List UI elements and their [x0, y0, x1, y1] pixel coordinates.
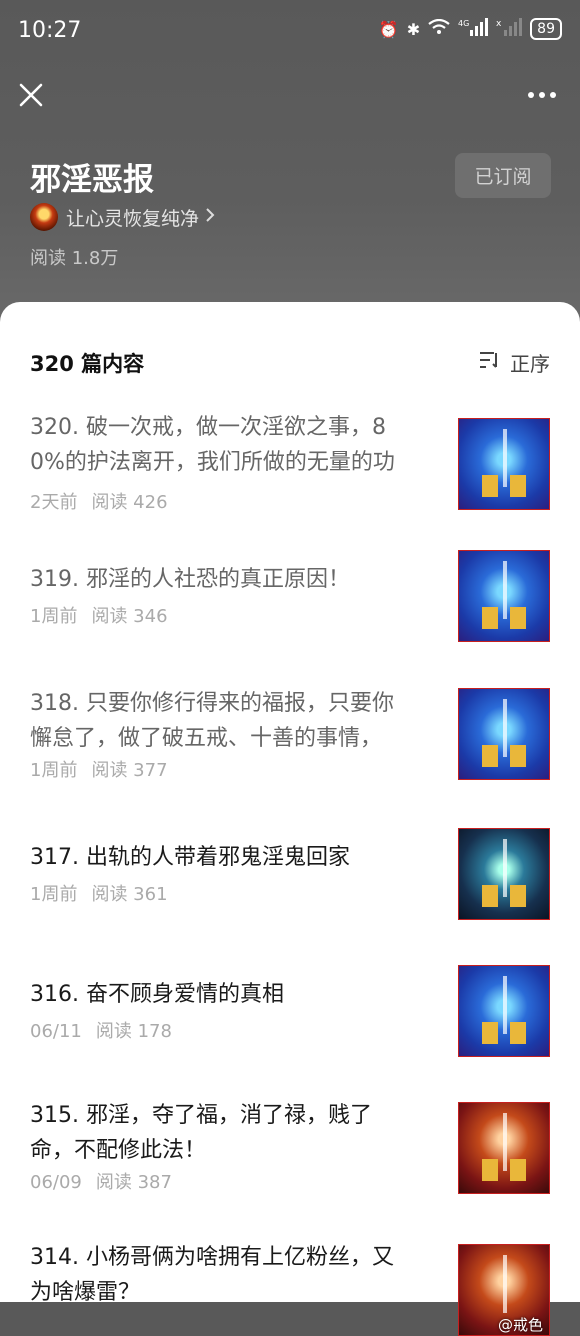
article-thumbnail — [458, 828, 550, 920]
article-thumbnail — [458, 550, 550, 642]
article-meta: 06/11 阅读 178 — [30, 1017, 172, 1043]
chevron-right-icon — [205, 206, 215, 228]
article-title: 319. 邪淫的人社恐的真正原因！ — [30, 567, 350, 592]
article-thumbnail — [458, 1102, 550, 1194]
article-meta: 1周前 阅读 377 — [30, 756, 168, 782]
sort-icon — [478, 350, 500, 375]
article-reads: 阅读 361 — [91, 884, 168, 905]
more-icon[interactable] — [528, 92, 556, 98]
article-thumbnail — [458, 965, 550, 1057]
article-thumbnail — [458, 418, 550, 510]
svg-text:4G: 4G — [458, 19, 469, 28]
wifi-icon — [428, 18, 450, 39]
battery-icon: 89 — [530, 18, 562, 40]
article-reads: 阅读 426 — [91, 492, 168, 513]
article-meta: 06/09 阅读 387 — [30, 1168, 172, 1194]
article-meta: 1周前 阅读 361 — [30, 880, 168, 906]
article-reads: 阅读 346 — [91, 606, 168, 627]
list-item[interactable]: 318. 只要你修行得来的福报，只要你 懈怠了，做了破五戒、十善的事情， 1周前… — [30, 686, 550, 781]
list-item[interactable]: 314. 小杨哥俩为啥拥有上亿粉丝，又 为啥爆雷？ @戒色 — [30, 1240, 550, 1336]
article-meta: 2天前 阅读 426 — [30, 488, 168, 514]
article-date: 1周前 — [30, 606, 78, 627]
sort-order-label: 正序 — [510, 352, 550, 376]
article-thumbnail: @戒色 — [458, 1244, 550, 1336]
article-date: 1周前 — [30, 884, 78, 905]
author-link[interactable]: 让心灵恢复纯净 — [30, 203, 215, 231]
read-count: 阅读 1.8万 — [30, 248, 119, 269]
status-icons: ⏰ ✱ 4G x 89 — [379, 18, 562, 40]
article-reads: 阅读 387 — [95, 1172, 172, 1193]
list-item[interactable]: 317. 出轨的人带着邪鬼淫鬼回家 1周前 阅读 361 — [30, 828, 550, 932]
status-time: 10:27 — [18, 18, 82, 43]
article-title: 315. 邪淫，夺了福，消了禄，贱了 命，不配修此法！ — [30, 1103, 372, 1163]
author-name: 让心灵恢复纯净 — [66, 207, 200, 230]
article-title: 314. 小杨哥俩为啥拥有上亿粉丝，又 为啥爆雷？ — [30, 1245, 394, 1305]
sort-order-button[interactable]: 正序 — [478, 348, 550, 377]
article-meta: 1周前 阅读 346 — [30, 602, 168, 628]
article-reads: 阅读 178 — [95, 1021, 172, 1042]
list-item[interactable]: 315. 邪淫，夺了福，消了禄，贱了 命，不配修此法！ 06/09 阅读 387 — [30, 1098, 550, 1194]
list-item[interactable]: 319. 邪淫的人社恐的真正原因！ 1周前 阅读 346 — [30, 550, 550, 654]
svg-text:x: x — [496, 19, 502, 29]
article-thumbnail — [458, 688, 550, 780]
article-date: 1周前 — [30, 760, 78, 781]
article-count: 320 篇内容 — [30, 352, 145, 376]
alarm-icon: ⏰ — [378, 19, 399, 39]
watermark: @戒色 — [497, 1316, 543, 1334]
avatar — [30, 203, 58, 231]
article-date: 2天前 — [30, 492, 78, 513]
collection-title: 邪淫恶报 — [30, 162, 154, 198]
article-collection-header: 10:27 ⏰ ✱ 4G x 89 邪淫恶报 已订阅 让心灵恢复纯净 阅读 1.… — [0, 0, 580, 330]
subscribe-button[interactable]: 已订阅 — [455, 153, 551, 198]
article-title: 316. 奋不顾身爱情的真相 — [30, 982, 284, 1007]
article-title: 318. 只要你修行得来的福报，只要你 懈怠了，做了破五戒、十善的事情， — [30, 691, 394, 751]
signal-4g-icon: 4G — [458, 18, 489, 40]
article-list-sheet: 320 篇内容 正序 320. 破一次戒，做一次淫欲之事，8 0%的护法离开，我… — [0, 302, 580, 1336]
article-reads: 阅读 377 — [91, 760, 168, 781]
article-date: 06/11 — [30, 1021, 82, 1042]
list-item[interactable]: 316. 奋不顾身爱情的真相 06/11 阅读 178 — [30, 965, 550, 1069]
article-title: 317. 出轨的人带着邪鬼淫鬼回家 — [30, 845, 350, 870]
bluetooth-icon: ✱ — [406, 19, 421, 39]
list-item[interactable]: 320. 破一次戒，做一次淫欲之事，8 0%的护法离开，我们所做的无量的功 2天… — [30, 410, 550, 513]
signal-empty-icon: x — [496, 18, 523, 40]
article-title: 320. 破一次戒，做一次淫欲之事，8 0%的护法离开，我们所做的无量的功 — [30, 415, 395, 475]
article-date: 06/09 — [30, 1172, 82, 1193]
close-icon[interactable] — [16, 80, 46, 110]
